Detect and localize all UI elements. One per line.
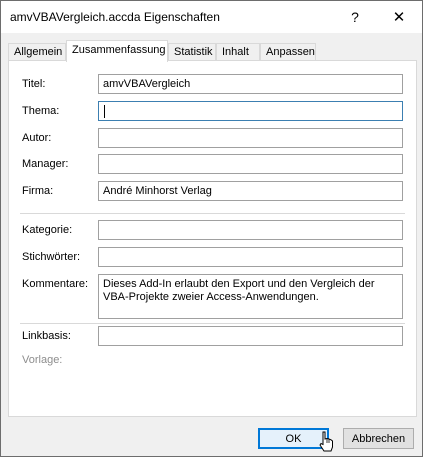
tab-anpassen[interactable]: Anpassen [260,43,316,61]
separator [20,323,405,324]
help-icon: ? [351,9,359,25]
thema-label: Thema: [22,105,60,117]
vorlage-label: Vorlage: [22,354,63,366]
stichwoerter-field[interactable] [98,247,403,267]
manager-field[interactable] [98,154,403,174]
autor-field[interactable] [98,128,403,148]
kommentare-field[interactable]: Dieses Add-In erlaubt den Export und den… [98,274,403,319]
separator [20,213,405,214]
tab-inhalt[interactable]: Inhalt [216,43,260,61]
firma-label: Firma: [22,185,54,197]
close-button[interactable]: ✕ [377,1,421,33]
tab-zusammenfassung[interactable]: Zusammenfassung [66,40,168,62]
titel-field[interactable]: amvVBAVergleich [98,74,403,94]
kategorie-field[interactable] [98,220,403,240]
linkbasis-label: Linkbasis: [22,330,71,342]
help-button[interactable]: ? [333,1,377,33]
summary-panel: Titel: amvVBAVergleich Thema: Autor: Man… [8,60,417,417]
tab-statistik[interactable]: Statistik [168,43,216,61]
kommentare-label: Kommentare: [22,278,89,290]
tab-strip: Allgemein Zusammenfassung Statistik Inha… [8,40,418,62]
properties-dialog: amvVBAVergleich.accda Eigenschaften ? ✕ … [0,0,423,457]
tab-allgemein[interactable]: Allgemein [8,43,66,61]
titel-label: Titel: [22,78,46,90]
text-caret [104,104,105,118]
kategorie-label: Kategorie: [22,224,73,236]
window-title: amvVBAVergleich.accda Eigenschaften [10,10,220,24]
autor-label: Autor: [22,132,52,144]
mouse-pointer-icon [319,431,333,452]
thema-field[interactable] [98,101,403,121]
title-bar: amvVBAVergleich.accda Eigenschaften ? ✕ [1,1,422,33]
linkbasis-field[interactable] [98,326,403,346]
cancel-button[interactable]: Abbrechen [343,428,414,449]
manager-label: Manager: [22,158,69,170]
stichwoerter-label: Stichwörter: [22,251,81,263]
close-icon: ✕ [392,9,406,26]
firma-field[interactable]: André Minhorst Verlag [98,181,403,201]
